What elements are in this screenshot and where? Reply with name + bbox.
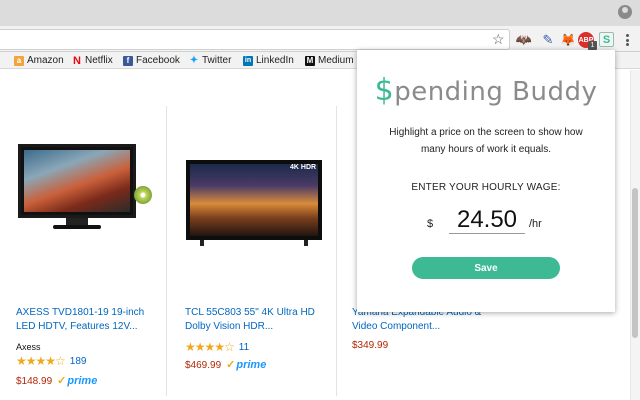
price-row: $148.99 ✓prime — [16, 374, 97, 387]
adblock-badge: 1 — [588, 41, 597, 50]
product-price: $469.99 — [185, 360, 222, 371]
logo-text: pending Buddy — [394, 77, 598, 107]
address-bar[interactable] — [0, 29, 510, 50]
price-row: $349.99 — [352, 340, 388, 351]
prime-badge: ✓prime — [57, 375, 98, 387]
spending-buddy-popup: $pending Buddy Highlight a price on the … — [357, 50, 615, 312]
dvd-disc-image — [134, 186, 152, 204]
hourly-wage-label: ENTER YOUR HOURLY WAGE: — [411, 182, 561, 193]
bookmark-label: Facebook — [136, 55, 180, 66]
currency-symbol: $ — [427, 218, 434, 230]
netflix-icon: N — [73, 54, 81, 67]
prime-check-icon: ✓ — [57, 375, 67, 387]
bat-extension-icon[interactable]: 🦇 — [516, 32, 532, 48]
product-image-axess-tv[interactable] — [18, 144, 136, 230]
bookmark-amazon[interactable]: a Amazon — [14, 54, 64, 67]
facebook-icon: f — [123, 55, 133, 66]
wage-input-row: $ /hr — [427, 206, 587, 236]
bookmark-medium[interactable]: M Medium — [305, 54, 354, 67]
hourly-wage-input[interactable] — [449, 206, 525, 234]
fox-extension-icon[interactable]: 🦊 — [560, 32, 576, 48]
product-image-tcl-tv[interactable]: 4K HDR — [186, 160, 322, 246]
amazon-icon: a — [14, 55, 24, 66]
product-price: $349.99 — [352, 340, 389, 351]
dollar-s-logo-icon: $ — [374, 73, 395, 108]
eyedropper-extension-icon[interactable]: ✎ — [540, 32, 556, 48]
review-count-link[interactable]: 11 — [239, 342, 249, 353]
medium-icon: M — [305, 55, 315, 66]
column-divider — [166, 106, 167, 396]
bookmark-label: Twitter — [202, 55, 232, 66]
scrollbar-thumb[interactable] — [632, 188, 638, 338]
instruction-text: Highlight a price on the screen to show … — [389, 127, 583, 155]
bookmark-facebook[interactable]: f Facebook — [123, 54, 180, 67]
bookmark-label: Medium — [318, 55, 354, 66]
bookmark-netflix[interactable]: N Netflix — [72, 54, 113, 67]
bookmark-label: LinkedIn — [256, 55, 294, 66]
review-count-link[interactable]: 189 — [70, 356, 87, 367]
product-rating[interactable]: ★★★★☆ 11 — [185, 340, 249, 354]
product-rating[interactable]: ★★★★☆ 189 — [16, 354, 86, 368]
account-icon[interactable] — [618, 5, 632, 19]
bookmark-star-icon[interactable]: ☆ — [492, 32, 505, 46]
bookmark-label: Amazon — [27, 55, 64, 66]
spending-buddy-logo: $pending Buddy — [357, 73, 615, 108]
save-button[interactable]: Save — [412, 257, 560, 279]
price-row: $469.99 ✓prime — [185, 358, 266, 371]
browser-menu-icon[interactable] — [624, 32, 630, 48]
column-divider — [336, 106, 337, 396]
bookmark-linkedin[interactable]: in LinkedIn — [243, 54, 294, 67]
star-rating-icon: ★★★★☆ — [185, 340, 235, 354]
bookmark-label: Netflix — [85, 55, 113, 66]
prime-badge: ✓prime — [226, 359, 267, 371]
product-title-link[interactable]: TCL 55C803 55" 4K Ultra HD Dolby Vision … — [185, 306, 335, 334]
product-price: $148.99 — [16, 376, 53, 387]
prime-check-icon: ✓ — [226, 359, 236, 371]
product-title-link[interactable]: AXESS TVD1801-19 19-inch LED HDTV, Featu… — [16, 306, 166, 334]
bookmark-twitter[interactable]: ✦ Twitter — [189, 54, 232, 67]
window-titlebar — [0, 0, 640, 26]
linkedin-icon: in — [243, 55, 253, 66]
4k-hdr-badge: 4K HDR — [290, 164, 317, 171]
per-hour-unit: /hr — [529, 218, 542, 230]
star-rating-icon: ★★★★☆ — [16, 354, 66, 368]
spending-buddy-extension-icon[interactable]: S — [599, 32, 614, 47]
product-brand: Axess — [16, 342, 41, 352]
twitter-icon: ✦ — [189, 55, 199, 66]
